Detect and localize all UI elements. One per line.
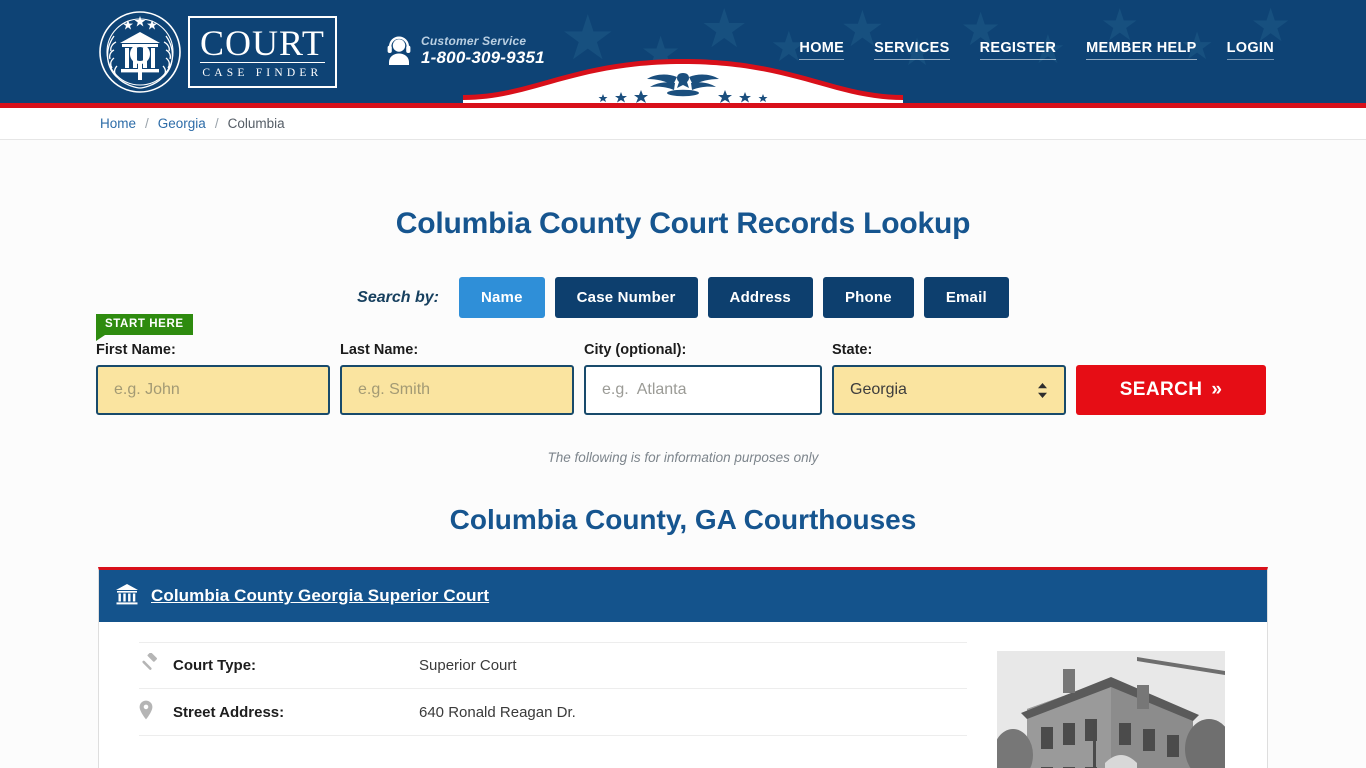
city-field-group: City (optional): bbox=[584, 342, 822, 415]
search-button[interactable]: SEARCH » bbox=[1076, 365, 1266, 415]
customer-service-block[interactable]: Customer Service 1-800-309-9351 bbox=[386, 34, 545, 67]
court-card-body: Court Type: Superior Court Street Addres… bbox=[99, 622, 1267, 768]
breadcrumb-separator: / bbox=[145, 116, 149, 131]
breadcrumb-item-home[interactable]: Home bbox=[100, 116, 136, 131]
page-title: Columbia County Court Records Lookup bbox=[395, 207, 971, 240]
logo-wordmark: COURT CASE FINDER bbox=[188, 16, 337, 88]
last-name-input[interactable] bbox=[340, 365, 574, 415]
court-card-header: Columbia County Georgia Superior Court bbox=[99, 570, 1267, 622]
tab-address[interactable]: Address bbox=[707, 277, 813, 318]
tab-name[interactable]: Name bbox=[458, 277, 545, 318]
gavel-icon bbox=[139, 652, 173, 678]
nav-item-services[interactable]: SERVICES bbox=[874, 40, 950, 60]
courthouse-bank-icon bbox=[115, 583, 139, 610]
state-select-value: Georgia bbox=[850, 381, 907, 398]
search-by-label: Search by: bbox=[357, 288, 439, 306]
street-address-label: Street Address: bbox=[173, 703, 285, 721]
first-name-field-group: First Name: bbox=[96, 342, 330, 415]
tab-case-number[interactable]: Case Number bbox=[554, 277, 698, 318]
state-field-group: State: Georgia bbox=[832, 342, 1066, 415]
last-name-field-group: Last Name: bbox=[340, 342, 574, 415]
logo-sub-text: CASE FINDER bbox=[202, 66, 323, 79]
nav-item-home[interactable]: HOME bbox=[799, 40, 845, 60]
last-name-label: Last Name: bbox=[340, 342, 419, 358]
court-name-link[interactable]: Columbia County Georgia Superior Court bbox=[151, 586, 489, 606]
city-label: City (optional): bbox=[584, 342, 687, 358]
map-pin-icon bbox=[139, 700, 173, 725]
search-button-label: SEARCH bbox=[1119, 379, 1203, 400]
tab-phone[interactable]: Phone bbox=[822, 277, 914, 318]
first-name-label: First Name: bbox=[96, 342, 176, 358]
start-here-badge: START HERE bbox=[96, 314, 193, 341]
search-by-tabs: Search by: Name Case Number Address Phon… bbox=[0, 277, 1366, 318]
chevron-updown-icon bbox=[1037, 382, 1048, 399]
courthouse-seal-icon bbox=[98, 10, 182, 94]
table-row: Court Type: Superior Court bbox=[139, 642, 967, 689]
street-address-value: 640 Ronald Reagan Dr. bbox=[419, 703, 576, 721]
breadcrumb-item-columbia: Columbia bbox=[227, 116, 285, 131]
state-select[interactable]: Georgia bbox=[832, 365, 1066, 415]
nav-item-register[interactable]: REGISTER bbox=[979, 40, 1057, 60]
search-form: START HERE First Name: Last Name: City (… bbox=[96, 314, 1270, 415]
disclaimer-text: The following is for information purpose… bbox=[547, 450, 819, 465]
main-navigation: HOME SERVICES REGISTER MEMBER HELP LOGIN bbox=[799, 40, 1274, 60]
customer-service-phone[interactable]: 1-800-309-9351 bbox=[421, 48, 545, 67]
first-name-input[interactable] bbox=[96, 365, 330, 415]
breadcrumb: Home / Georgia / Columbia bbox=[0, 108, 1366, 140]
table-row: Street Address: 640 Ronald Reagan Dr. bbox=[139, 689, 967, 736]
nav-item-member-help[interactable]: MEMBER HELP bbox=[1086, 40, 1197, 60]
historic-courthouse-photo bbox=[997, 651, 1225, 768]
court-detail-rows: Court Type: Superior Court Street Addres… bbox=[99, 642, 997, 768]
city-input[interactable] bbox=[584, 365, 822, 415]
site-header: ★ ★ ★ ★ ★ ★ ★ ★ ★ ★ ★ COURT CASE FINDER … bbox=[0, 0, 1366, 103]
double-chevron-right-icon: » bbox=[1211, 379, 1223, 400]
state-label: State: bbox=[832, 342, 873, 358]
nav-item-login[interactable]: LOGIN bbox=[1226, 40, 1274, 60]
logo-main-text: COURT bbox=[200, 22, 325, 63]
tab-email[interactable]: Email bbox=[923, 277, 1009, 318]
site-logo[interactable]: COURT CASE FINDER bbox=[98, 10, 346, 94]
court-type-label: Court Type: bbox=[173, 657, 257, 674]
breadcrumb-item-georgia[interactable]: Georgia bbox=[158, 116, 206, 131]
court-card: Columbia County Georgia Superior Court C… bbox=[98, 567, 1268, 768]
customer-service-label: Customer Service bbox=[421, 34, 527, 48]
breadcrumb-separator: / bbox=[214, 116, 219, 131]
court-photo-container bbox=[997, 642, 1267, 768]
court-type-value: Superior Court bbox=[419, 657, 517, 674]
headset-support-icon bbox=[387, 36, 411, 65]
main-content: Columbia County Court Records Lookup Sea… bbox=[0, 207, 1366, 768]
courthouses-section-title: Columbia County, GA Courthouses bbox=[449, 504, 917, 535]
